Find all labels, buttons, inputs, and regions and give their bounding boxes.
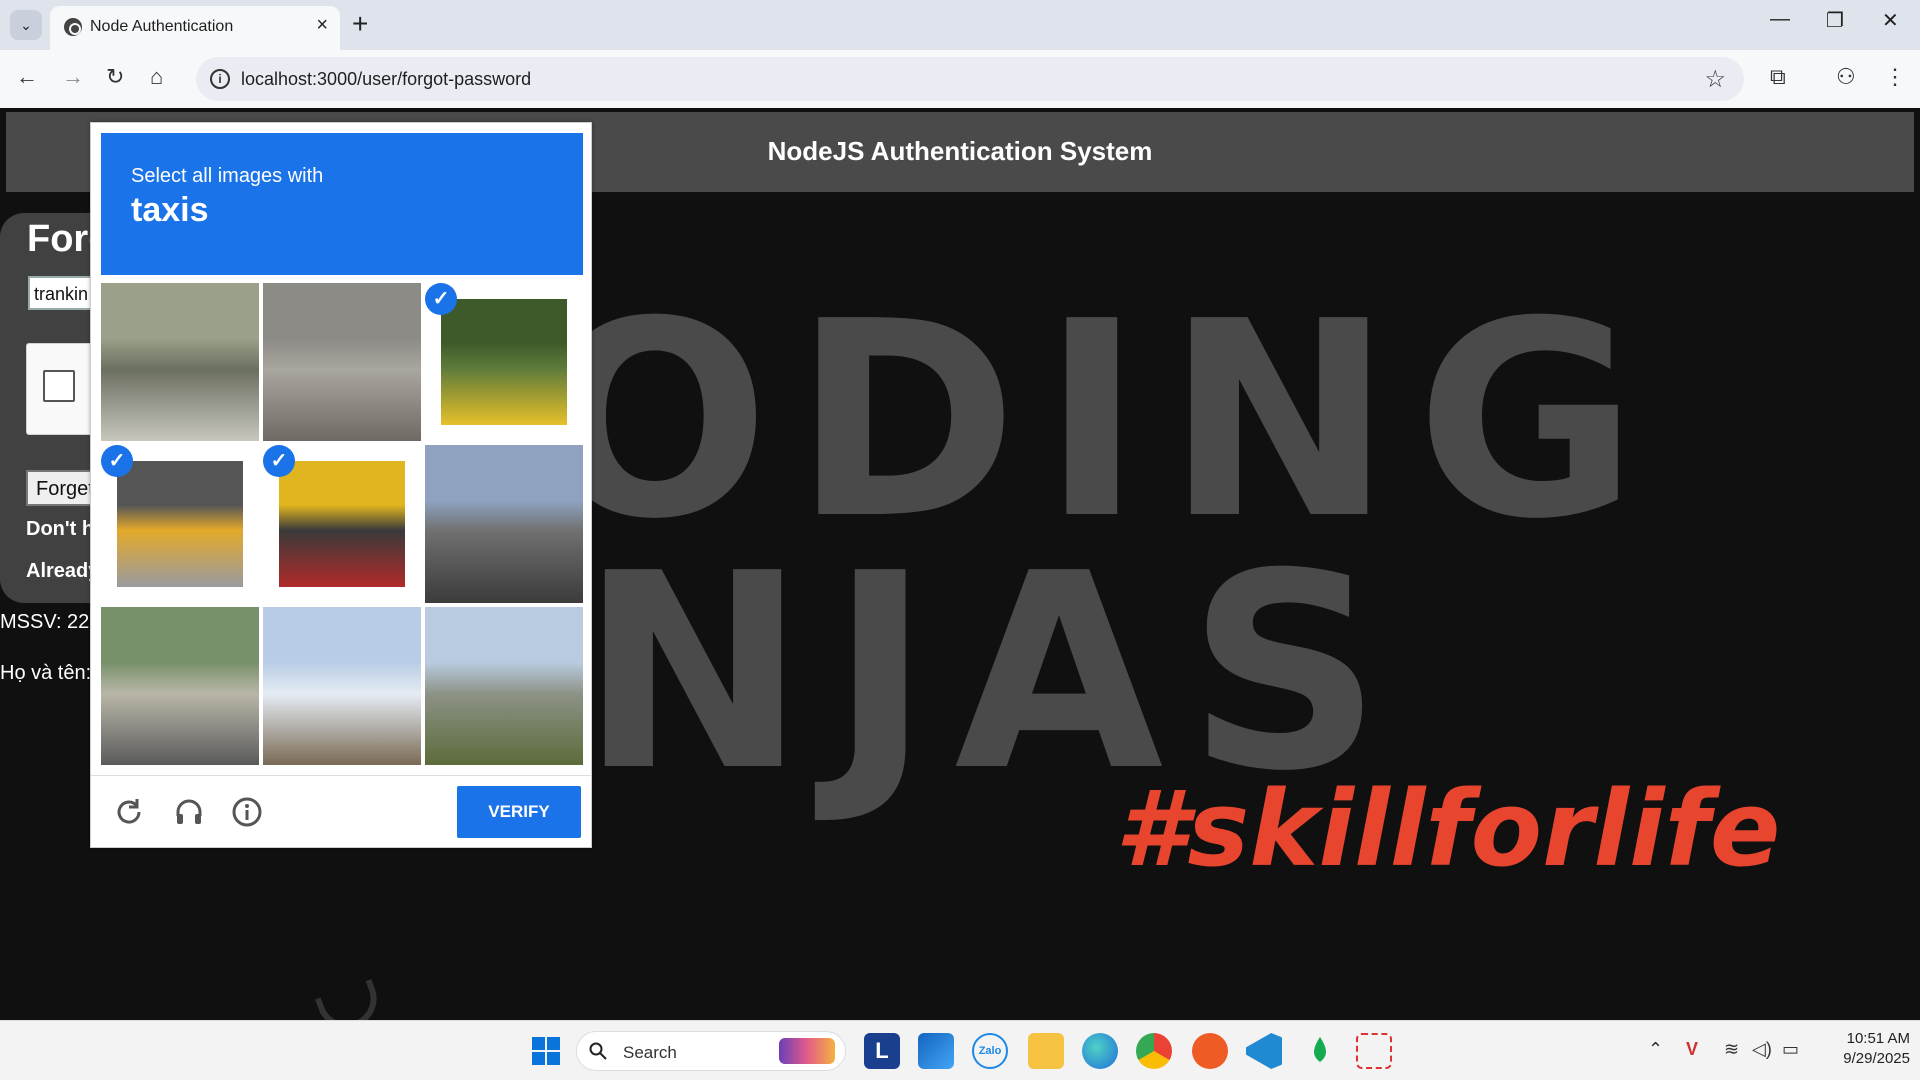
zalo-icon[interactable]: Zalo bbox=[972, 1033, 1008, 1069]
clock-date: 9/29/2025 bbox=[1843, 1050, 1910, 1067]
window-close-button[interactable]: ✕ bbox=[1882, 8, 1899, 33]
captcha-tile-image bbox=[101, 607, 259, 765]
checkmark-icon: ✓ bbox=[425, 283, 457, 315]
captcha-tile-image bbox=[263, 283, 421, 441]
system-clock[interactable]: 10:51 AM 9/29/2025 bbox=[1810, 1029, 1910, 1069]
checkmark-icon: ✓ bbox=[101, 445, 133, 477]
captcha-tile-image bbox=[117, 461, 243, 587]
search-highlight-image bbox=[779, 1038, 835, 1064]
captcha-tile-image bbox=[425, 445, 583, 603]
address-bar[interactable]: i localhost:3000/user/forgot-password ☆ bbox=[196, 57, 1744, 101]
captcha-tile[interactable] bbox=[263, 607, 421, 765]
close-icon[interactable]: × bbox=[316, 14, 328, 37]
minimize-button[interactable]: — bbox=[1770, 8, 1790, 31]
info-icon[interactable] bbox=[231, 796, 263, 828]
tab-title: Node Authentication bbox=[90, 18, 234, 35]
menu-kebab-icon[interactable]: ⋮ bbox=[1884, 64, 1906, 90]
vscode-icon[interactable] bbox=[1246, 1033, 1282, 1069]
captcha-tile-image bbox=[441, 299, 567, 425]
chrome-icon[interactable] bbox=[1136, 1033, 1172, 1069]
recaptcha-challenge-popup: Select all images with taxis ✓ ✓ ✓ VERIFY bbox=[90, 122, 592, 848]
tab-node-authentication[interactable]: Node Authentication × bbox=[50, 6, 340, 50]
background-decoration bbox=[314, 978, 386, 1020]
login-link-text[interactable]: Already bbox=[26, 560, 100, 583]
captcha-tile[interactable] bbox=[425, 445, 583, 603]
captcha-tile-image bbox=[425, 607, 583, 765]
browser-toolbar: ← → ↻ ⌂ i localhost:3000/user/forgot-pas… bbox=[0, 50, 1920, 108]
challenge-image-grid: ✓ ✓ ✓ bbox=[101, 283, 583, 765]
captcha-tile[interactable] bbox=[101, 607, 259, 765]
captcha-tile-image bbox=[263, 607, 421, 765]
web-page: NodeJS Authentication System ODING NJAS … bbox=[0, 108, 1920, 1020]
start-icon[interactable] bbox=[528, 1033, 564, 1069]
clock-time: 10:51 AM bbox=[1846, 1030, 1910, 1047]
challenge-target: taxis bbox=[131, 191, 209, 229]
back-button[interactable]: ← bbox=[16, 64, 38, 90]
captcha-tile[interactable]: ✓ bbox=[263, 445, 421, 603]
recaptcha-checkbox[interactable] bbox=[43, 370, 75, 402]
verify-button[interactable]: VERIFY bbox=[457, 786, 581, 838]
mongodb-compass-icon[interactable] bbox=[1302, 1033, 1338, 1069]
audio-challenge-icon[interactable] bbox=[173, 796, 205, 828]
wifi-icon[interactable]: ≋ bbox=[1724, 1039, 1739, 1060]
student-id-text: MSSV: 226 bbox=[0, 611, 92, 633]
captcha-tile[interactable] bbox=[101, 283, 259, 441]
forward-button[interactable]: → bbox=[62, 64, 84, 90]
vivaldi-tray-icon[interactable]: V bbox=[1686, 1039, 1698, 1060]
volume-icon[interactable]: ◁) bbox=[1752, 1039, 1772, 1060]
microsoft-store-icon[interactable] bbox=[918, 1033, 954, 1069]
tab-bar: ⌄ Node Authentication × + — ❐ ✕ bbox=[0, 0, 1920, 50]
challenge-prompt: Select all images with bbox=[131, 165, 324, 187]
signup-link-text[interactable]: Don't h bbox=[26, 518, 100, 541]
captcha-tile-image bbox=[101, 283, 259, 441]
captcha-tile[interactable] bbox=[425, 607, 583, 765]
captcha-tile[interactable] bbox=[263, 283, 421, 441]
restore-button[interactable]: ❐ bbox=[1826, 8, 1844, 33]
globe-icon bbox=[64, 18, 82, 36]
lexicon-app-icon[interactable]: L bbox=[864, 1033, 900, 1069]
captcha-tile[interactable]: ✓ bbox=[101, 445, 259, 603]
chevron-up-icon[interactable]: ⌃ bbox=[1648, 1039, 1663, 1060]
search-placeholder: Search bbox=[623, 1043, 677, 1062]
bookmark-star-icon[interactable]: ☆ bbox=[1704, 65, 1726, 94]
site-info-icon[interactable]: i bbox=[210, 69, 230, 89]
background-tagline: #skillforlife bbox=[1115, 768, 1781, 890]
file-explorer-icon[interactable] bbox=[1028, 1033, 1064, 1069]
captcha-tile-image bbox=[279, 461, 405, 587]
challenge-header: Select all images with taxis bbox=[101, 133, 583, 275]
edge-icon[interactable] bbox=[1082, 1033, 1118, 1069]
url-text[interactable]: localhost:3000/user/forgot-password bbox=[241, 69, 531, 90]
reload-challenge-icon[interactable] bbox=[113, 796, 145, 828]
snipping-tool-icon[interactable] bbox=[1356, 1033, 1392, 1069]
captcha-tile[interactable]: ✓ bbox=[425, 283, 583, 441]
new-tab-button[interactable]: + bbox=[352, 8, 368, 40]
reload-button[interactable]: ↻ bbox=[106, 64, 124, 90]
search-icon bbox=[589, 1042, 607, 1060]
chevron-down-icon: ⌄ bbox=[20, 16, 32, 33]
tab-search-button[interactable]: ⌄ bbox=[10, 10, 42, 40]
checkmark-icon: ✓ bbox=[263, 445, 295, 477]
student-name-text: Họ và tên: bbox=[0, 662, 92, 684]
challenge-footer: VERIFY bbox=[91, 775, 591, 847]
taskbar-search[interactable]: Search bbox=[576, 1031, 846, 1071]
profile-icon[interactable]: ⚇ bbox=[1836, 64, 1856, 90]
extensions-icon[interactable]: ⧉ bbox=[1770, 64, 1786, 90]
home-button[interactable]: ⌂ bbox=[150, 64, 163, 90]
postman-icon[interactable] bbox=[1192, 1033, 1228, 1069]
battery-icon[interactable]: ▭ bbox=[1782, 1039, 1799, 1060]
windows-taskbar: Search L Zalo ⌃ V ≋ ◁) ▭ 10:51 AM 9/29/2… bbox=[0, 1020, 1920, 1080]
